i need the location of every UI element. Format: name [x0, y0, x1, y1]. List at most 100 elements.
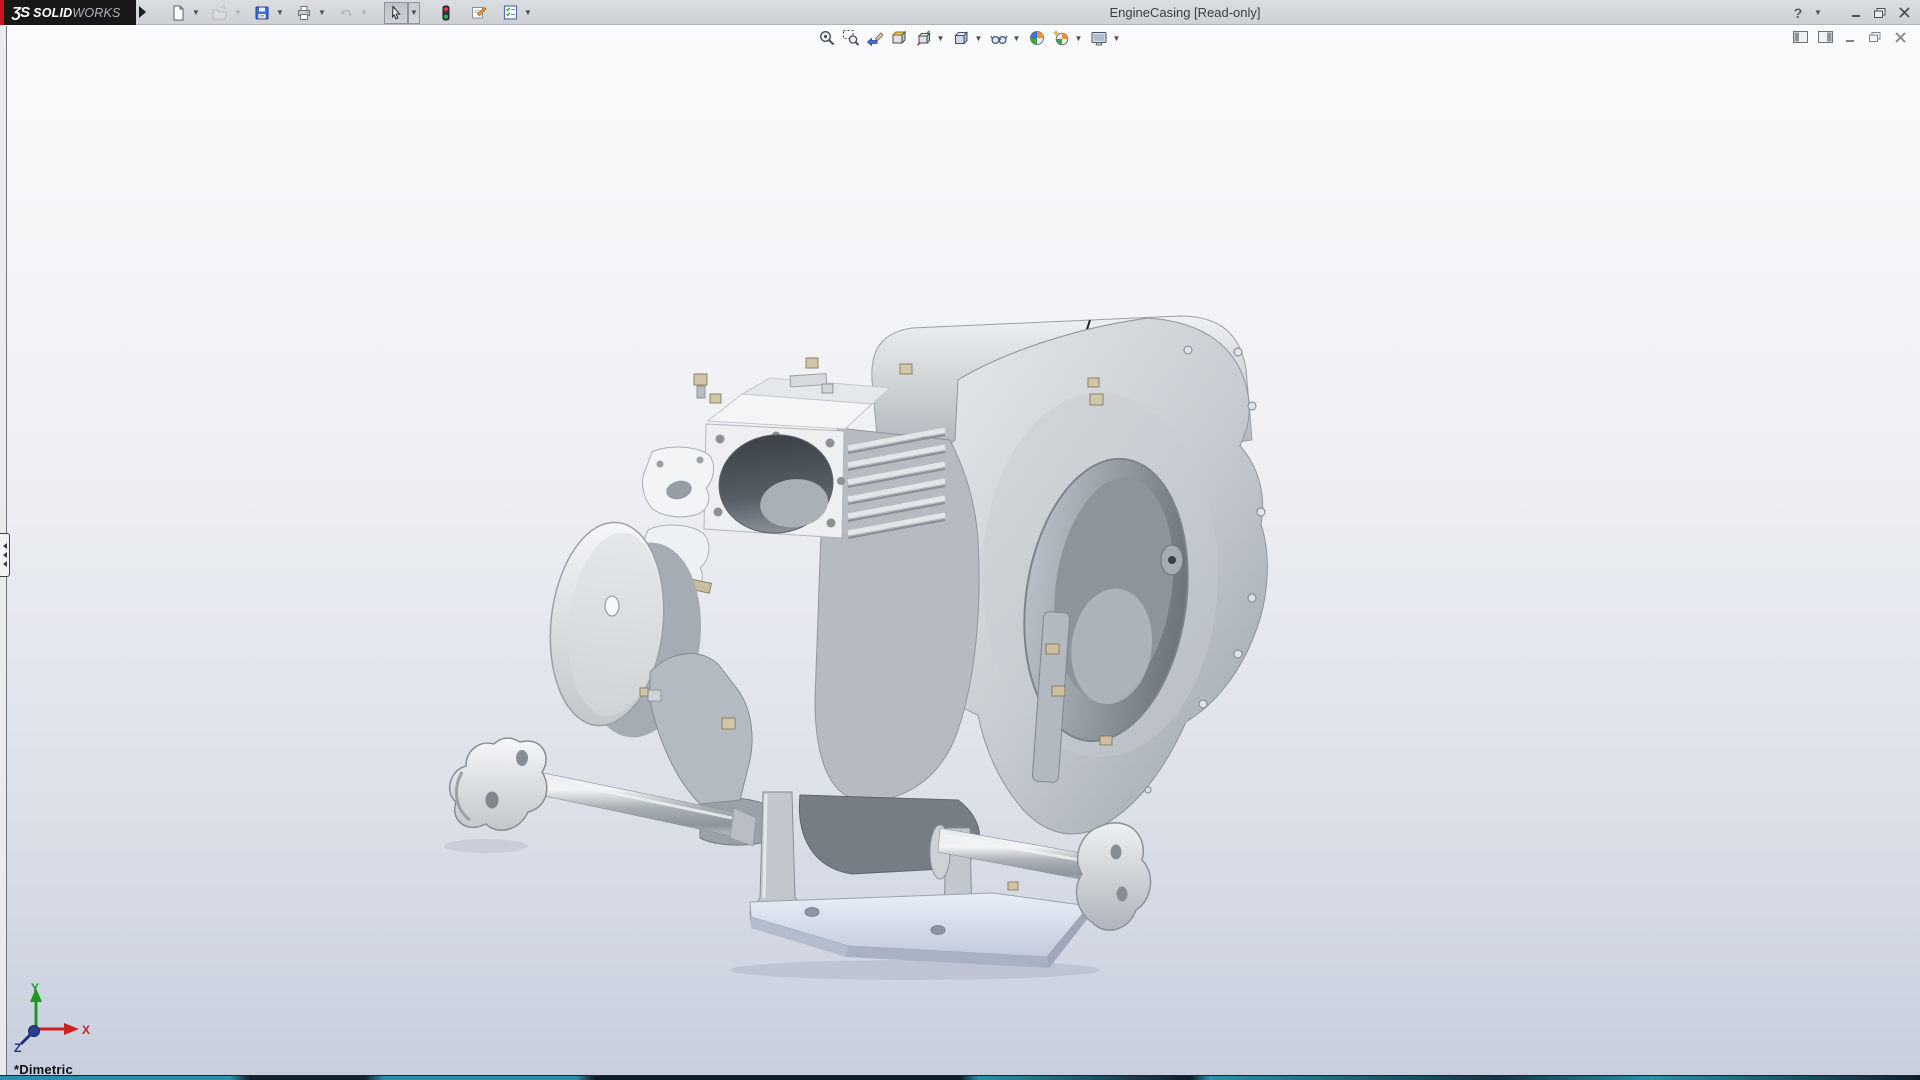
close-button[interactable]: [1894, 4, 1914, 22]
edit-appearance-button[interactable]: [1025, 28, 1049, 48]
hide-show-items-button[interactable]: [987, 28, 1011, 48]
traffic-light-icon: [438, 5, 454, 21]
display-cube-icon: [952, 29, 970, 47]
magnifier-area-icon: [842, 29, 860, 47]
graphics-area[interactable]: Y X Z ▼ ▼ ▼: [0, 26, 1920, 1080]
hide-show-items-dropdown[interactable]: ▼: [1011, 28, 1022, 48]
brass-nut: [1052, 686, 1065, 696]
window-controls: ? ▼: [1788, 0, 1914, 25]
triad-y-label: Y: [31, 981, 39, 995]
brass-nut: [722, 718, 735, 729]
appearance-sphere-icon: [1028, 29, 1046, 47]
view-settings-button[interactable]: [1087, 28, 1111, 48]
eyeglasses-icon: [990, 29, 1008, 47]
undo-dropdown[interactable]: ▼: [358, 2, 370, 24]
select-tool-button[interactable]: [384, 2, 408, 24]
apply-scene-button[interactable]: [1049, 28, 1073, 48]
note-hand-icon: [470, 4, 487, 21]
flange-hole: [1117, 887, 1128, 902]
brass-nut: [1046, 644, 1059, 654]
split-pane-right-button[interactable]: [1817, 30, 1833, 44]
zoom-to-fit-button[interactable]: [815, 28, 839, 48]
open-folder-icon: [212, 5, 228, 21]
brand-text-bold: SOLID: [33, 6, 72, 20]
flange-shadow: [444, 839, 528, 853]
design-checker-button[interactable]: [498, 2, 522, 24]
doc-restore-button[interactable]: [1867, 30, 1883, 44]
pane-right-icon: [1818, 31, 1833, 43]
print-dropdown[interactable]: ▼: [316, 2, 328, 24]
restore-icon: [1868, 31, 1882, 43]
rod-support-bracket: [650, 654, 752, 804]
traffic-light-button[interactable]: [434, 2, 458, 24]
window-title: EngineCasing [Read-only]: [1109, 5, 1260, 20]
minimize-icon: [1844, 32, 1857, 43]
chevron-left-icon: [3, 552, 7, 558]
print-button[interactable]: [292, 2, 316, 24]
menu-flyout-arrow-icon[interactable]: [139, 6, 146, 18]
select-tool-dropdown[interactable]: ▼: [408, 2, 420, 24]
triad-z-label: Z: [14, 1041, 21, 1055]
checklist-icon: [502, 4, 519, 21]
undo-button[interactable]: [334, 2, 358, 24]
display-style-button[interactable]: [949, 28, 973, 48]
doc-minimize-button[interactable]: [1842, 30, 1858, 44]
restore-button[interactable]: [1870, 4, 1890, 22]
save-button[interactable]: [250, 2, 274, 24]
previous-view-button[interactable]: [863, 28, 887, 48]
cursor-arrow-icon: [388, 5, 404, 21]
previous-view-icon: [866, 29, 884, 47]
monitor-icon: [1090, 29, 1108, 47]
flange-hole: [486, 792, 499, 809]
split-pane-left-button[interactable]: [1792, 30, 1808, 44]
view-settings-dropdown[interactable]: ▼: [1111, 28, 1122, 48]
flange-hole: [516, 750, 528, 766]
view-orientation-dropdown[interactable]: ▼: [935, 28, 946, 48]
display-style-dropdown[interactable]: ▼: [973, 28, 984, 48]
zoom-to-area-button[interactable]: [839, 28, 863, 48]
section-cube-icon: [890, 29, 908, 47]
doc-close-button[interactable]: [1892, 30, 1908, 44]
new-document-dropdown[interactable]: ▼: [190, 2, 202, 24]
orientation-cube-icon: [914, 29, 932, 47]
minimize-button[interactable]: [1846, 4, 1866, 22]
new-page-icon: [170, 5, 186, 21]
disc-hole: [605, 596, 619, 616]
view-orientation-button[interactable]: [911, 28, 935, 48]
triad-x-label: X: [82, 1023, 90, 1037]
close-icon: [1898, 7, 1911, 18]
section-view-button[interactable]: [887, 28, 911, 48]
help-dropdown[interactable]: ▼: [1812, 2, 1824, 24]
solidworks-logo-glyph: ƷS: [12, 4, 29, 21]
undo-arrow-icon: [338, 5, 354, 21]
brass-nut: [640, 688, 648, 696]
main-toolbar: ▼ ▼ ▼ ▼ ▼ ▼ ▼: [166, 1, 540, 24]
pane-left-icon: [1793, 31, 1808, 43]
bracket-hole: [697, 457, 704, 464]
window-bottom-edge: [0, 1075, 1920, 1080]
chevron-left-icon: [3, 543, 7, 549]
design-checker-dropdown[interactable]: ▼: [522, 2, 534, 24]
open-document-button[interactable]: [208, 2, 232, 24]
new-document-button[interactable]: [166, 2, 190, 24]
restore-icon: [1873, 7, 1887, 19]
magnifier-fit-icon: [818, 29, 836, 47]
featuremanager-expand-tab[interactable]: [0, 533, 10, 577]
comment-button[interactable]: [466, 2, 490, 24]
scene-sphere-icon: [1052, 29, 1070, 47]
chevron-left-icon: [3, 561, 7, 567]
cad-model-engine-casing[interactable]: [444, 316, 1267, 980]
minimize-icon: [1850, 7, 1863, 18]
save-dropdown[interactable]: ▼: [274, 2, 286, 24]
printer-icon: [296, 5, 312, 21]
brand-text-light: WORKS: [72, 6, 120, 20]
model-canvas: Y X Z: [0, 0, 1920, 1080]
bracket-bolt: [648, 690, 661, 701]
document-window-controls: [1792, 30, 1908, 44]
open-document-dropdown[interactable]: ▼: [232, 2, 244, 24]
headsup-view-toolbar: ▼ ▼ ▼ ▼ ▼: [815, 28, 1125, 48]
apply-scene-dropdown[interactable]: ▼: [1073, 28, 1084, 48]
logo-red-stripe: [0, 0, 4, 25]
help-button[interactable]: ?: [1788, 4, 1808, 22]
solidworks-logo: ƷS SOLIDWORKS: [0, 0, 136, 25]
